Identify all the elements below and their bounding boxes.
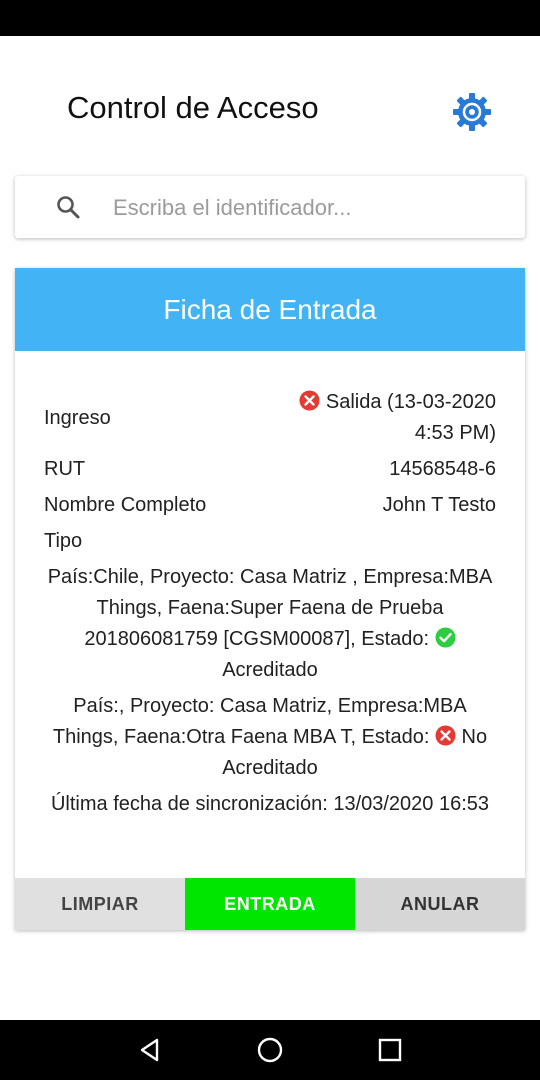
ingreso-row: Ingreso Salida (13-03-2020 4:53 PM) <box>44 387 496 449</box>
back-button[interactable] <box>135 1035 165 1065</box>
search-input[interactable] <box>111 186 515 230</box>
search-box <box>15 176 525 238</box>
home-icon <box>257 1037 283 1063</box>
cancel-button[interactable]: ANULAR <box>355 878 525 930</box>
settings-button[interactable] <box>450 90 494 134</box>
ingreso-value-wrap: Salida (13-03-2020 4:53 PM) <box>286 387 496 449</box>
home-button[interactable] <box>255 1035 285 1065</box>
clear-button[interactable]: LIMPIAR <box>15 878 185 930</box>
nombre-value: John T Testo <box>382 494 496 516</box>
tipo-row: Tipo <box>44 526 496 557</box>
sync-date: Última fecha de sincronización: 13/03/20… <box>50 793 490 815</box>
faena-entry-text: País:Chile, Proyecto: Casa Matriz , Empr… <box>47 566 493 650</box>
entry-card: Ficha de Entrada Ingreso Salida (13-03-2… <box>15 268 525 930</box>
entry-button[interactable]: ENTRADA <box>185 878 355 930</box>
action-buttons: LIMPIAR ENTRADA ANULAR <box>15 878 525 930</box>
page-title: Control de Acceso <box>67 90 319 125</box>
app-header: Control de Acceso <box>0 36 540 176</box>
card-title: Ficha de Entrada <box>15 268 525 351</box>
recents-button[interactable] <box>375 1035 405 1065</box>
status-bar <box>0 0 540 36</box>
faena-entry-text: País:, Proyecto: Casa Matriz, Empresa:MB… <box>52 695 467 748</box>
rut-label: RUT <box>44 458 86 480</box>
navigation-bar <box>0 1020 540 1080</box>
rut-value: 14568548-6 <box>389 458 496 480</box>
error-icon <box>435 725 456 746</box>
faena-entry-status: Acreditado <box>222 659 318 681</box>
recents-icon <box>378 1038 402 1062</box>
ingreso-value: Salida (13-03-2020 4:53 PM) <box>325 391 496 444</box>
check-circle-icon <box>435 627 456 648</box>
faena-entry-1: País:Chile, Proyecto: Casa Matriz , Empr… <box>44 562 496 686</box>
nombre-label: Nombre Completo <box>44 494 207 516</box>
nombre-row: Nombre Completo John T Testo <box>44 490 496 521</box>
card-body: Ingreso Salida (13-03-2020 4:53 PM) RUT … <box>15 351 525 820</box>
ingreso-label: Ingreso <box>44 406 111 429</box>
gear-icon <box>453 93 491 131</box>
faena-entry-2: País:, Proyecto: Casa Matriz, Empresa:MB… <box>44 691 496 784</box>
error-icon <box>299 390 320 411</box>
back-icon <box>140 1038 159 1062</box>
search-icon[interactable] <box>55 194 81 220</box>
tipo-label: Tipo <box>44 530 83 552</box>
rut-row: RUT 14568548-6 <box>44 454 496 485</box>
